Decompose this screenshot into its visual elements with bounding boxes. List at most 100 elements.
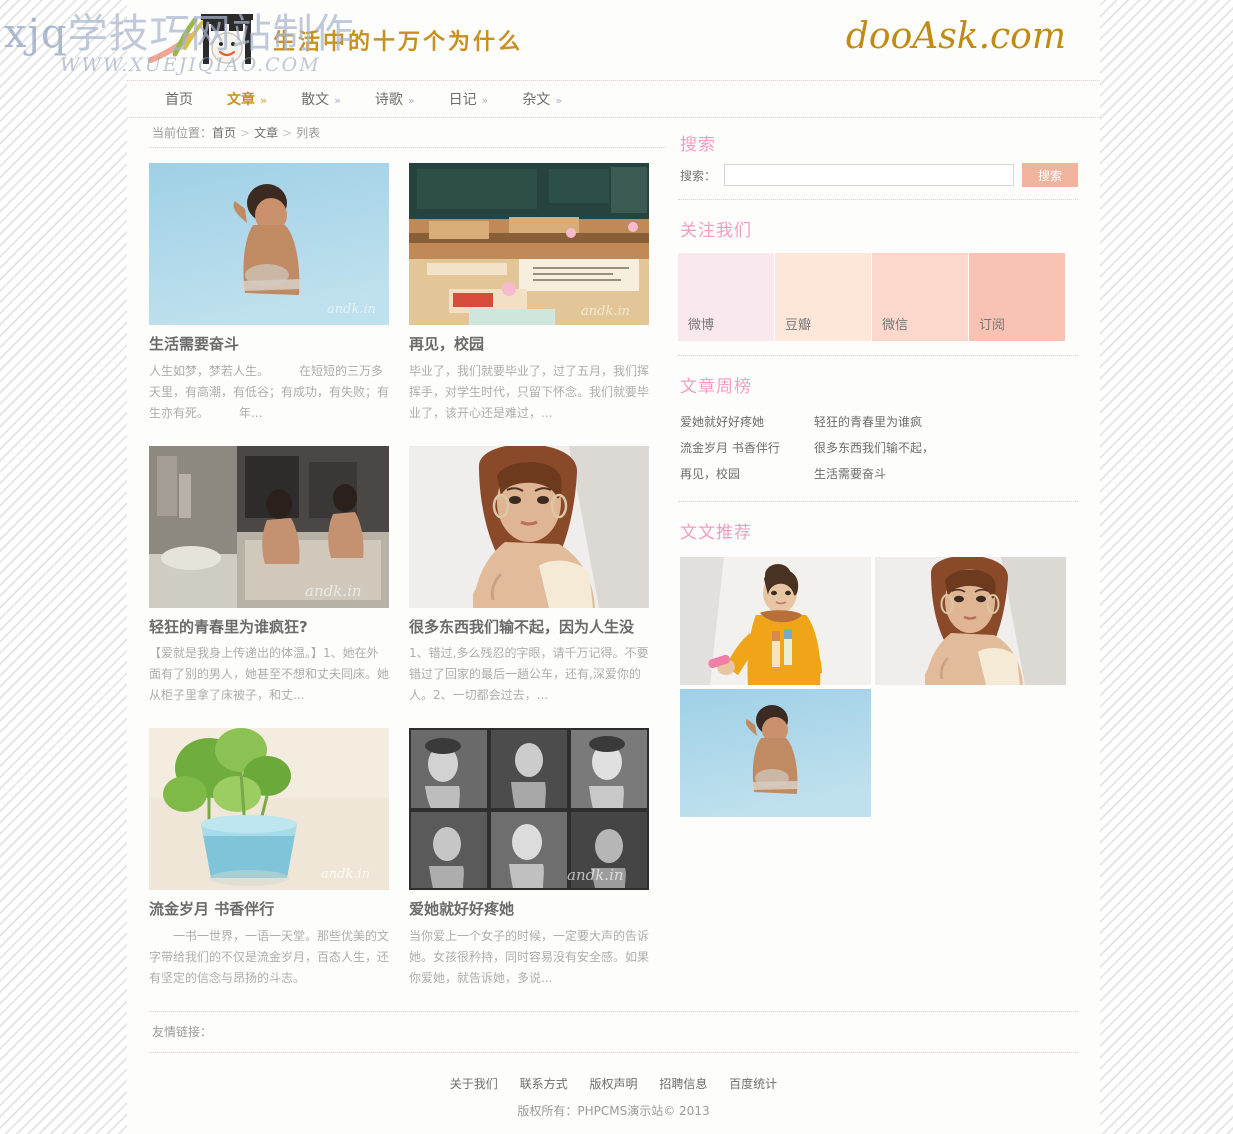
woman-blue-sky-photo[interactable] xyxy=(680,689,871,817)
chevron-double-right-icon: » xyxy=(260,94,268,107)
rank-item[interactable]: 很多东西我们输不起， xyxy=(814,435,948,461)
friends-bw-collage-photo[interactable]: andk.in xyxy=(409,728,649,890)
article-excerpt: 毕业了，我们就要毕业了，过了五月，我们挥挥手，对学生时代，只留下怀念。我们就要毕… xyxy=(409,363,650,420)
breadcrumb: 当前位置： 首页 > 文章 > 列表 xyxy=(149,118,666,148)
sidebar-block-rank: 文章周榜 爱她就好好疼她 轻狂的青春里为谁疯 流金岁月 书香伴行 很多东西我们输… xyxy=(678,360,1078,502)
nav-item-label: 诗歌 xyxy=(374,92,403,108)
article-card[interactable]: andk.in 轻狂的青春里为谁疯狂? 【爱就是我身上传递出的体温。】1、她在外… xyxy=(149,445,390,707)
article-title[interactable]: 流金岁月 书香伴行 xyxy=(149,900,389,920)
rank-item[interactable]: 流金岁月 书香伴行 xyxy=(680,435,814,461)
watermark-latin: xjq xyxy=(4,11,68,57)
article-excerpt: 【爱就是我身上传递出的体温。】1、她在外面有了别的男人，她甚至不想和丈夫同床。她… xyxy=(149,646,390,702)
chevron-double-right-icon: » xyxy=(481,94,489,107)
article-card[interactable]: andk.in 爱她就好好疼她 当你爱上一个女子的时候，一定要大声的告诉她。女孩… xyxy=(409,728,649,989)
footer-link-copyright-notice[interactable]: 版权声明 xyxy=(589,1077,637,1091)
bathroom-scene-photo[interactable]: andk.in xyxy=(149,445,389,608)
breadcrumb-separator: > xyxy=(240,125,251,140)
search-input[interactable] xyxy=(724,164,1014,186)
sidebar-heading-recommend: 文文推荐 xyxy=(680,523,752,543)
site-logo[interactable]: 生活中的十万个为什么 xyxy=(145,6,523,74)
gate-face-logo-icon xyxy=(148,14,253,64)
footer-link-contact[interactable]: 联系方式 xyxy=(520,1077,568,1091)
divider xyxy=(678,199,1078,200)
breadcrumb-item-list: 列表 xyxy=(296,126,321,140)
site-header: 生活中的十万个为什么 dooAsk.com xyxy=(127,0,1100,80)
divider xyxy=(678,501,1078,502)
nav-item-articles[interactable]: 文章 » xyxy=(227,89,267,109)
site-footer: 关于我们 联系方式 版权声明 招聘信息 百度统计 版权所有：PHPCMS演示站©… xyxy=(127,1053,1100,1133)
svg-text:andk.in: andk.in xyxy=(327,302,376,317)
empty-classroom-photo[interactable]: andk.in xyxy=(409,163,649,325)
svg-text:andk.in: andk.in xyxy=(305,582,362,600)
article-title[interactable]: 轻狂的青春里为谁疯狂? xyxy=(149,618,389,638)
article-excerpt: 一书一世界，一语一天堂。那些优美的文字带给我们的不仅是流金岁月，百态人生，还有坚… xyxy=(149,928,390,985)
recommend-grid xyxy=(678,551,1078,821)
page-container: 生活中的十万个为什么 dooAsk.com 首页 文章 » 散文 » 诗歌 » 日记 »… xyxy=(127,0,1100,1134)
follow-item-label: 豆瓣 xyxy=(785,318,812,333)
divider xyxy=(678,355,1078,356)
follow-item-label: 微博 xyxy=(688,318,715,333)
nav-item-prose[interactable]: 散文 » xyxy=(301,89,341,109)
svg-text:andk.in: andk.in xyxy=(567,866,624,884)
follow-item-label: 订阅 xyxy=(979,318,1006,333)
article-card[interactable]: 很多东西我们输不起，因为人生没 1、错过,多么残忍的字眼，请千万记得。不要错过了… xyxy=(409,445,649,707)
rank-item[interactable]: 再见，校园 xyxy=(680,461,814,487)
nav-item-essays[interactable]: 杂文 » xyxy=(522,89,562,109)
article-excerpt: 当你爱上一个女子的时候，一定要大声的告诉她。女孩很矜持，同时容易没有安全感。如果… xyxy=(409,928,650,985)
rank-item[interactable]: 爱她就好好疼她 xyxy=(680,409,814,435)
follow-item-subscribe[interactable]: 订阅 xyxy=(969,253,1065,341)
rank-item[interactable]: 生活需要奋斗 xyxy=(814,461,948,487)
nav-item-poetry[interactable]: 诗歌 » xyxy=(375,89,415,109)
sidebar-heading-follow: 关注我们 xyxy=(680,221,752,241)
nav-item-label: 杂文 xyxy=(522,92,551,108)
footer-copyright: 版权所有：PHPCMS演示站© 2013 xyxy=(517,1103,710,1118)
portrait-woman-photo[interactable] xyxy=(875,557,1066,685)
site-slogan: 生活中的十万个为什么 xyxy=(273,30,524,55)
nav-item-diary[interactable]: 日记 » xyxy=(449,89,489,109)
nav-item-home[interactable]: 首页 xyxy=(165,89,193,109)
green-plant-cup-photo[interactable]: andk.in xyxy=(149,728,389,890)
article-card[interactable]: andk.in 流金岁月 书香伴行 一书一世界，一语一天堂。那些优美的文字带给我… xyxy=(149,728,389,989)
nav-item-label: 散文 xyxy=(301,92,330,108)
brand-wordmark[interactable]: dooAsk.com xyxy=(846,16,1066,57)
article-excerpt: 人生如梦，梦若人生。 在短短的三万多天里，有高潮，有低谷；有成功，有失败；有生亦… xyxy=(149,363,390,420)
main-column: 当前位置： 首页 > 文章 > 列表 andk.in 生活需要奋斗 人生如梦，梦… xyxy=(149,118,666,1011)
nav-item-label: 日记 xyxy=(448,92,477,108)
follow-grid: 微博 豆瓣 微信 订阅 xyxy=(678,249,1078,355)
follow-item-weibo[interactable]: 微博 xyxy=(678,253,774,341)
article-card[interactable]: andk.in 生活需要奋斗 人生如梦，梦若人生。 在短短的三万多天里，有高潮，… xyxy=(149,163,389,424)
svg-text:andk.in: andk.in xyxy=(321,867,370,882)
svg-text:andk.in: andk.in xyxy=(581,304,630,319)
rank-item[interactable]: 轻狂的青春里为谁疯 xyxy=(814,409,948,435)
search-button[interactable]: 搜索 xyxy=(1022,163,1078,187)
sidebar-block-search: 搜索 搜索： 搜索 xyxy=(678,118,1078,200)
friend-links-bar: 友情链接： xyxy=(149,1010,1078,1053)
footer-link-list: 关于我们 联系方式 版权声明 招聘信息 百度统计 xyxy=(127,1075,1100,1092)
breadcrumb-item-articles[interactable]: 文章 xyxy=(254,124,278,141)
main-navigation: 首页 文章 » 散文 » 诗歌 » 日记 » 杂文 » xyxy=(127,80,1100,118)
yellow-hoodie-girl-photo[interactable] xyxy=(680,557,871,685)
follow-item-douban[interactable]: 豆瓣 xyxy=(775,253,871,341)
article-title[interactable]: 爱她就好好疼她 xyxy=(409,900,649,920)
nav-item-label: 文章 xyxy=(227,92,255,108)
nav-item-label: 首页 xyxy=(165,92,193,108)
article-card[interactable]: andk.in 再见，校园 毕业了，我们就要毕业了，过了五月，我们挥挥手，对学生… xyxy=(409,163,649,424)
sidebar-heading-search: 搜索 xyxy=(680,135,716,155)
chevron-double-right-icon: » xyxy=(407,94,415,107)
follow-item-label: 微信 xyxy=(882,318,909,333)
footer-link-about[interactable]: 关于我们 xyxy=(450,1077,498,1091)
footer-link-baidu-stats[interactable]: 百度统计 xyxy=(729,1077,777,1091)
article-title[interactable]: 生活需要奋斗 xyxy=(149,335,389,355)
follow-item-wechat[interactable]: 微信 xyxy=(872,253,968,341)
woman-blue-sky-photo[interactable]: andk.in xyxy=(149,163,389,325)
breadcrumb-item-home[interactable]: 首页 xyxy=(212,124,236,141)
portrait-woman-photo[interactable] xyxy=(409,445,649,608)
search-form: 搜索： 搜索 xyxy=(678,163,1078,199)
content-area: 当前位置： 首页 > 文章 > 列表 andk.in 生活需要奋斗 人生如梦，梦… xyxy=(127,118,1100,1011)
sidebar-heading-rank: 文章周榜 xyxy=(680,377,752,397)
article-title[interactable]: 很多东西我们输不起，因为人生没 xyxy=(409,618,649,638)
article-list: andk.in 生活需要奋斗 人生如梦，梦若人生。 在短短的三万多天里，有高潮，… xyxy=(149,148,666,1011)
footer-link-jobs[interactable]: 招聘信息 xyxy=(659,1077,707,1091)
breadcrumb-separator: > xyxy=(282,125,293,140)
article-title[interactable]: 再见，校园 xyxy=(409,335,649,355)
